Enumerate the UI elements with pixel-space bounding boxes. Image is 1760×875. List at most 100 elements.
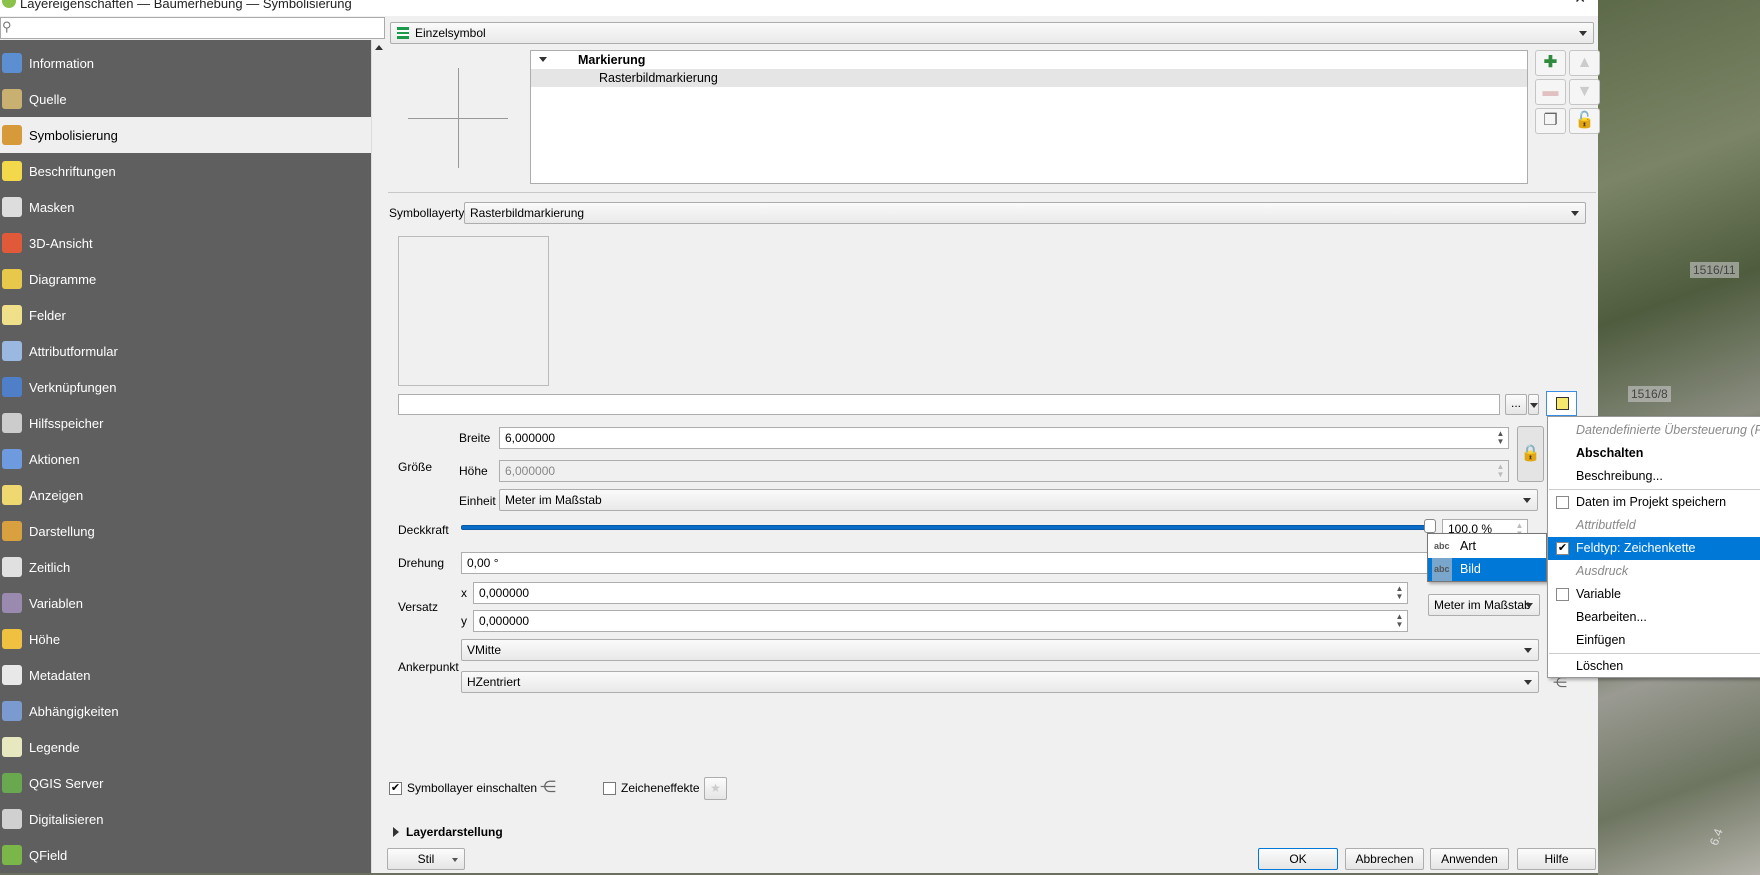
- opacity-slider[interactable]: [461, 525, 1431, 530]
- data-defined-button[interactable]: [1546, 391, 1577, 416]
- felder-icon: [2, 305, 22, 325]
- legende-icon: [2, 737, 22, 757]
- browse-button[interactable]: ...: [1505, 394, 1527, 415]
- symbol-layer-tree[interactable]: Markierung Rasterbildmarkierung: [530, 50, 1528, 184]
- sidebar-item-information[interactable]: Information: [0, 45, 371, 81]
- sidebar-item-hilfsspeicher[interactable]: Hilfsspeicher: [0, 405, 371, 441]
- offset-unit-combo[interactable]: Meter im Maßstab: [1428, 594, 1540, 616]
- effects-star-button[interactable]: ★: [704, 777, 727, 800]
- sidebar-item-label: Information: [29, 55, 95, 71]
- symbol-layer-type-value: Rasterbildmarkierung: [470, 206, 585, 220]
- menu-item-paste[interactable]: Einfügen: [1548, 629, 1760, 652]
- hilfsspeicher-icon: [2, 413, 22, 433]
- 3d-ansicht-icon: [2, 233, 22, 253]
- sidebar-item-symbolisierung[interactable]: Symbolisierung: [0, 117, 371, 153]
- move-down-button[interactable]: ▼: [1569, 79, 1600, 105]
- image-path-input[interactable]: [398, 394, 1500, 415]
- sidebar-item-diagramme[interactable]: Diagramme: [0, 261, 371, 297]
- browse-menu-button[interactable]: [1528, 394, 1539, 415]
- size-unit-combo[interactable]: Meter im Maßstab: [499, 489, 1538, 511]
- data-defined-icon[interactable]: ⋲: [540, 777, 556, 797]
- style-button[interactable]: Stil: [387, 848, 465, 870]
- tree-item-root[interactable]: Markierung: [531, 51, 1527, 69]
- symbol-preview: [408, 68, 508, 168]
- menu-label: Feldtyp: Zeichenkette: [1576, 541, 1696, 555]
- menu-item-store-data[interactable]: Daten im Projekt speichern: [1548, 491, 1760, 514]
- sidebar-item-qfield[interactable]: QField: [0, 837, 371, 873]
- sidebar-item-label: Legende: [29, 739, 80, 755]
- anchor-horizontal-combo[interactable]: HZentriert: [461, 671, 1539, 693]
- offset-x-input[interactable]: 0,000000 ▲ ▼: [473, 582, 1408, 604]
- spin-icon[interactable]: ▲▼: [1394, 613, 1405, 629]
- sidebar-item-darstellung[interactable]: Darstellung: [0, 513, 371, 549]
- sidebar-item-abhängigkeiten[interactable]: Abhängigkeiten: [0, 693, 371, 729]
- spin-icon[interactable]: ▲▼: [1495, 430, 1506, 446]
- offset-y-input[interactable]: 0,000000 ▲ ▼: [473, 610, 1408, 632]
- cancel-button[interactable]: Abbrechen: [1345, 848, 1424, 870]
- move-up-button[interactable]: ▲: [1569, 50, 1600, 76]
- ok-button[interactable]: OK: [1258, 848, 1338, 870]
- string-type-icon: abc: [1434, 541, 1450, 551]
- check-icon: ✔: [1556, 542, 1569, 555]
- menu-item-description[interactable]: Beschreibung...: [1548, 465, 1760, 488]
- search-input[interactable]: ⚲: [0, 17, 385, 39]
- lock-aspect-button[interactable]: 🔒: [1517, 426, 1544, 482]
- close-icon[interactable]: ✕: [1574, 0, 1586, 5]
- menu-item-field[interactable]: ✔ Feldtyp: Zeichenkette: [1548, 537, 1760, 560]
- quelle-icon: [2, 89, 22, 109]
- duplicate-layer-button[interactable]: ❐: [1535, 108, 1566, 134]
- sidebar-item-höhe[interactable]: Höhe: [0, 621, 371, 657]
- sidebar-item-3d-ansicht[interactable]: 3D-Ansicht: [0, 225, 371, 261]
- symbol-layer-type-combo[interactable]: Rasterbildmarkierung: [464, 202, 1586, 224]
- apply-button[interactable]: Anwenden: [1430, 848, 1509, 870]
- sidebar-item-masken[interactable]: Masken: [0, 189, 371, 225]
- sidebar-item-label: Zeitlich: [29, 559, 71, 575]
- spin-icon[interactable]: ▲▼: [1394, 585, 1405, 601]
- sidebar-item-felder[interactable]: Felder: [0, 297, 371, 333]
- sidebar-item-legende[interactable]: Legende: [0, 729, 371, 765]
- attributformular-icon: [2, 341, 22, 361]
- menu-item-variable[interactable]: Variable: [1548, 583, 1760, 606]
- enable-layer-checkbox[interactable]: ✔: [389, 782, 402, 795]
- aktionen-icon: [2, 449, 22, 469]
- sidebar-item-quelle[interactable]: Quelle: [0, 81, 371, 117]
- help-button[interactable]: Hilfe: [1517, 848, 1596, 870]
- sidebar-item-aktionen[interactable]: Aktionen: [0, 441, 371, 477]
- sidebar-item-metadaten[interactable]: Metadaten: [0, 657, 371, 693]
- menu-separator: [1549, 489, 1760, 490]
- sidebar-item-anzeigen[interactable]: Anzeigen: [0, 477, 371, 513]
- menu-item-clear[interactable]: Löschen: [1548, 655, 1760, 678]
- menu-item-edit[interactable]: Bearbeiten...: [1548, 606, 1760, 629]
- scroll-up-icon[interactable]: [375, 45, 383, 50]
- add-layer-button[interactable]: ✚: [1535, 50, 1566, 76]
- tree-item-child[interactable]: Rasterbildmarkierung: [531, 69, 1527, 87]
- width-input[interactable]: 6,000000 ▲ ▼: [499, 427, 1509, 449]
- expand-icon[interactable]: [393, 827, 399, 837]
- spin-icon: ▲ ▼: [1496, 462, 1505, 479]
- sidebar-item-attributformular[interactable]: Attributformular: [0, 333, 371, 369]
- field-item-bild[interactable]: abc Bild: [1428, 558, 1546, 581]
- sidebar-item-variablen[interactable]: Variablen: [0, 585, 371, 621]
- sidebar-item-zeitlich[interactable]: Zeitlich: [0, 549, 371, 585]
- expand-icon[interactable]: [539, 57, 547, 62]
- sidebar-item-qgis-server[interactable]: QGIS Server: [0, 765, 371, 801]
- unlock-icon[interactable]: 🔓: [1569, 108, 1600, 134]
- sidebar-item-verknüpfungen[interactable]: Verknüpfungen: [0, 369, 371, 405]
- remove-layer-button[interactable]: ▬: [1535, 79, 1566, 105]
- field-item-art[interactable]: abc Art: [1428, 535, 1546, 558]
- sidebar-item-beschriftungen[interactable]: Beschriftungen: [0, 153, 371, 189]
- anchor-v-value: VMitte: [467, 643, 502, 657]
- draw-effects-checkbox[interactable]: [603, 782, 616, 795]
- rotation-input[interactable]: 0,00 °: [461, 552, 1441, 574]
- chevron-down-icon: [1525, 603, 1533, 608]
- data-defined-icon: [1556, 397, 1569, 410]
- information-icon: [2, 53, 22, 73]
- layer-rendering-section[interactable]: Layerdarstellung: [406, 825, 503, 839]
- opacity-slider-handle[interactable]: [1424, 519, 1436, 533]
- renderer-combo[interactable]: Einzelsymbol: [390, 22, 1594, 44]
- menu-item-deactivate[interactable]: Abschalten: [1548, 442, 1760, 465]
- anchor-vertical-combo[interactable]: VMitte: [461, 639, 1539, 661]
- parcel-label: 6.4: [1706, 826, 1726, 848]
- sidebar-item-digitalisieren[interactable]: Digitalisieren: [0, 801, 371, 837]
- sidebar-scrollbar[interactable]: [371, 40, 385, 873]
